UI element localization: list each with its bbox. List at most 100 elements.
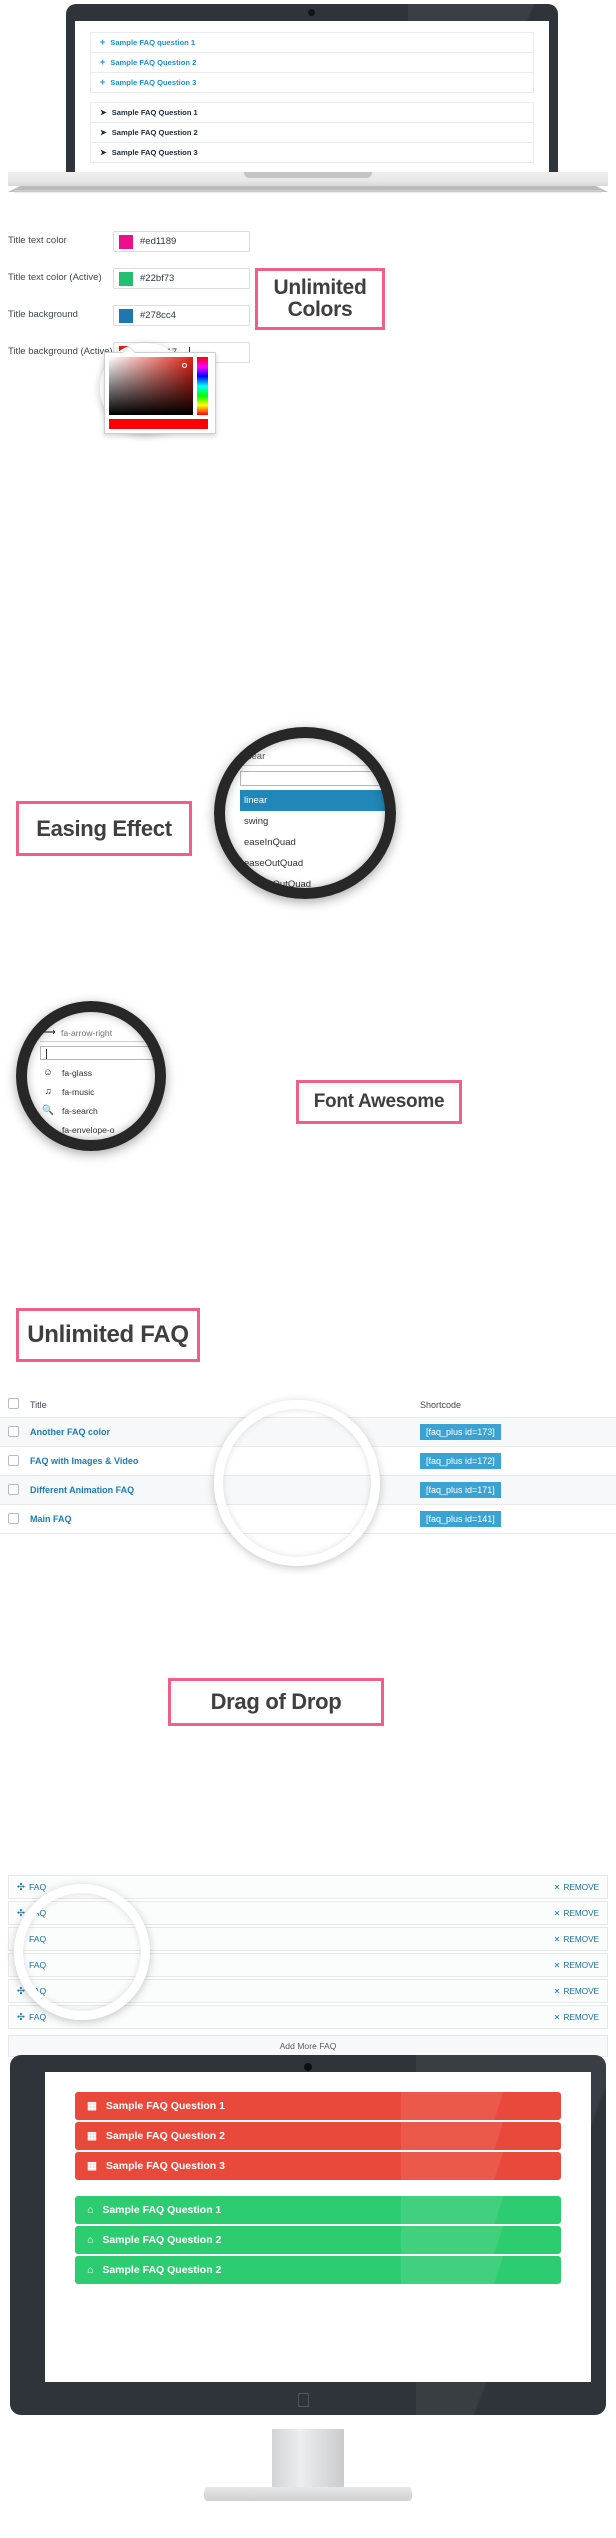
field-label: Title background: [8, 309, 78, 320]
arrows-move-icon[interactable]: ✣: [17, 1934, 25, 1945]
remove-button[interactable]: ✕ REMOVE: [553, 1986, 599, 1997]
row-select-cell[interactable]: [0, 1418, 26, 1447]
drag-row[interactable]: ✣ FAQ ✕ REMOVE: [8, 1979, 608, 2003]
drag-row[interactable]: ✣ FAQ ✕ REMOVE: [8, 2005, 608, 2029]
faq-item[interactable]: + Sample FAQ Question 2: [90, 52, 534, 72]
fa-search-input[interactable]: [40, 1046, 162, 1060]
faq-item[interactable]: ⌂ Sample FAQ Question 2: [75, 2256, 561, 2284]
checkbox-row[interactable]: [8, 1483, 19, 1495]
checkbox-row[interactable]: [8, 1454, 19, 1466]
easing-option-linear[interactable]: linear: [240, 790, 390, 811]
fa-option-search[interactable]: 🔍 fa-search: [40, 1101, 162, 1120]
alpha-slider[interactable]: [109, 419, 208, 429]
checkbox-select-all[interactable]: [8, 1398, 19, 1409]
imac-stand-neck: [272, 2429, 344, 2487]
column-header-shortcode[interactable]: Shortcode: [416, 1392, 616, 1418]
remove-button[interactable]: ✕ REMOVE: [554, 1882, 599, 1893]
color-hex-value: #ed1189: [140, 236, 177, 247]
drag-row[interactable]: ✣ FAQ ✕ REMOVE: [8, 1875, 608, 1899]
faq-drag-drop-list: ✣ FAQ ✕ REMOVE ✣ FAQ ✕ REMOVE ✣ FAQ ✕ RE…: [0, 1875, 616, 2057]
faq-title[interactable]: Another FAQ color: [26, 1418, 416, 1447]
shortcode-pill[interactable]: [faq_plus id=171]: [420, 1482, 501, 1498]
faq-title[interactable]: Main FAQ: [26, 1505, 416, 1534]
faq-item[interactable]: ▦ Sample FAQ Question 2: [75, 2122, 561, 2150]
faq-group-green: ⌂ Sample FAQ Question 1 ⌂ Sample FAQ Que…: [75, 2196, 561, 2284]
color-input-title-background[interactable]: #278cc4: [113, 305, 250, 326]
faq-item[interactable]: + Sample FAQ Question 3: [90, 72, 534, 93]
font-awesome-select[interactable]: ⟶ fa-arrow-right ☺ fa-glass ♫ fa-music 🔍…: [40, 1025, 162, 1151]
arrows-move-icon[interactable]: ✣: [17, 1960, 25, 1971]
arrow-circle-right-icon: ➤: [100, 147, 107, 157]
fa-option-music[interactable]: ♫ fa-music: [40, 1082, 162, 1101]
remove-button[interactable]: ✕ REMOVE: [554, 1934, 599, 1945]
color-swatch[interactable]: [119, 234, 133, 249]
column-header-title[interactable]: Title: [26, 1392, 416, 1418]
faq-item[interactable]: ➤ Sample FAQ Question 3: [90, 142, 534, 163]
row-select-cell[interactable]: [0, 1505, 26, 1534]
faq-item[interactable]: + Sample FAQ question 1: [90, 32, 534, 52]
color-picker-popup[interactable]: [104, 347, 216, 434]
shortcode-pill[interactable]: [faq_plus id=141]: [420, 1511, 501, 1527]
saturation-value-area[interactable]: [109, 357, 193, 415]
remove-button[interactable]: ✕ REMOVE: [554, 1960, 599, 1971]
hue-slider[interactable]: [197, 357, 208, 415]
faq-shortcode-cell: [faq_plus id=173]: [416, 1418, 616, 1447]
color-swatch[interactable]: [119, 271, 133, 286]
fa-option-glass[interactable]: ☺ fa-glass: [40, 1063, 162, 1082]
music-icon: ♫: [44, 1086, 52, 1097]
webcam-icon: [308, 9, 315, 16]
faq-title[interactable]: Different Animation FAQ: [26, 1476, 416, 1505]
close-icon: ✕: [553, 1987, 561, 1996]
faq-title[interactable]: FAQ with Images & Video: [26, 1447, 416, 1476]
faq-item[interactable]: ➤ Sample FAQ Question 1: [90, 102, 534, 122]
arrows-move-icon[interactable]: ✣: [17, 1986, 25, 1997]
imac-bezel: ▦ Sample FAQ Question 1 ▦ Sample FAQ Que…: [10, 2055, 606, 2415]
easing-search-input[interactable]: [240, 771, 390, 786]
easing-option-easeoutquad[interactable]: easeOutQuad: [240, 853, 390, 874]
easing-option-swing[interactable]: swing: [240, 811, 390, 832]
item-glare: [401, 2226, 561, 2254]
setting-row-title-text-color-active: Title text color (Active) #22bf73: [8, 268, 250, 289]
arrows-move-icon[interactable]: ✣: [17, 2012, 25, 2023]
fa-option-heart[interactable]: ♥ fa-heart: [40, 1139, 162, 1151]
table-row[interactable]: Different Animation FAQ [faq_plus id=171…: [0, 1475, 616, 1505]
drag-row[interactable]: ✣ FAQ ✕ REMOVE: [8, 1953, 608, 1977]
drag-row[interactable]: ✣ FAQ ✕ REMOVE: [8, 1901, 608, 1925]
faq-item[interactable]: ⌂ Sample FAQ Question 1: [75, 2196, 561, 2224]
badge-line-2: Colors: [287, 298, 353, 321]
faq-item[interactable]: ⌂ Sample FAQ Question 2: [75, 2226, 561, 2254]
easing-option-easeinquad[interactable]: easeInQuad: [240, 832, 390, 853]
table-row[interactable]: Main FAQ [faq_plus id=141]: [0, 1505, 616, 1534]
drag-row[interactable]: ✣ FAQ ✕ REMOVE: [8, 1927, 608, 1951]
color-input-title-text-color[interactable]: #ed1189: [113, 231, 250, 252]
faq-item-label: Sample FAQ Question 1: [102, 2204, 222, 2216]
color-swatch[interactable]: [119, 308, 133, 323]
fa-option-envelope[interactable]: ✉ fa-envelope-o: [40, 1120, 162, 1139]
faq-item[interactable]: ▦ Sample FAQ Question 3: [75, 2152, 561, 2180]
select-all-cell[interactable]: [0, 1392, 26, 1418]
add-more-faq-button[interactable]: Add More FAQ: [8, 2035, 608, 2057]
faq-table: Title Shortcode Another FAQ color [faq_p…: [0, 1392, 616, 1534]
faq-item[interactable]: ▦ Sample FAQ Question 1: [75, 2092, 561, 2120]
checkbox-row[interactable]: [8, 1512, 19, 1524]
table-row[interactable]: Another FAQ color [faq_plus id=173]: [0, 1417, 616, 1447]
row-select-cell[interactable]: [0, 1447, 26, 1476]
color-input-title-text-color-active[interactable]: #22bf73: [113, 268, 250, 289]
saturation-handle[interactable]: [182, 363, 187, 368]
faq-item-label: Sample FAQ question 1: [110, 38, 196, 47]
faq-item[interactable]: ➤ Sample FAQ Question 2: [90, 122, 534, 142]
table-row[interactable]: FAQ with Images & Video [faq_plus id=172…: [0, 1447, 616, 1476]
easing-option-easeinoutquad[interactable]: easeInOutQuad: [240, 874, 390, 895]
home-icon: ⌂: [87, 2234, 94, 2246]
arrows-move-icon[interactable]: ✣: [17, 1882, 25, 1893]
easing-select[interactable]: linear linear swing easeInQuad easeOutQu…: [240, 749, 390, 895]
remove-button[interactable]: ✕ REMOVE: [554, 2012, 599, 2023]
arrows-move-icon[interactable]: ✣: [17, 1908, 25, 1919]
drag-row-left: ✣ FAQ: [17, 1882, 46, 1893]
remove-button[interactable]: ✕ REMOVE: [554, 1908, 599, 1919]
checkbox-row[interactable]: [8, 1425, 19, 1437]
row-select-cell[interactable]: [0, 1476, 26, 1505]
shortcode-pill[interactable]: [faq_plus id=172]: [420, 1453, 501, 1469]
shortcode-pill[interactable]: [faq_plus id=173]: [420, 1424, 501, 1440]
home-icon: ⌂: [87, 2264, 94, 2276]
